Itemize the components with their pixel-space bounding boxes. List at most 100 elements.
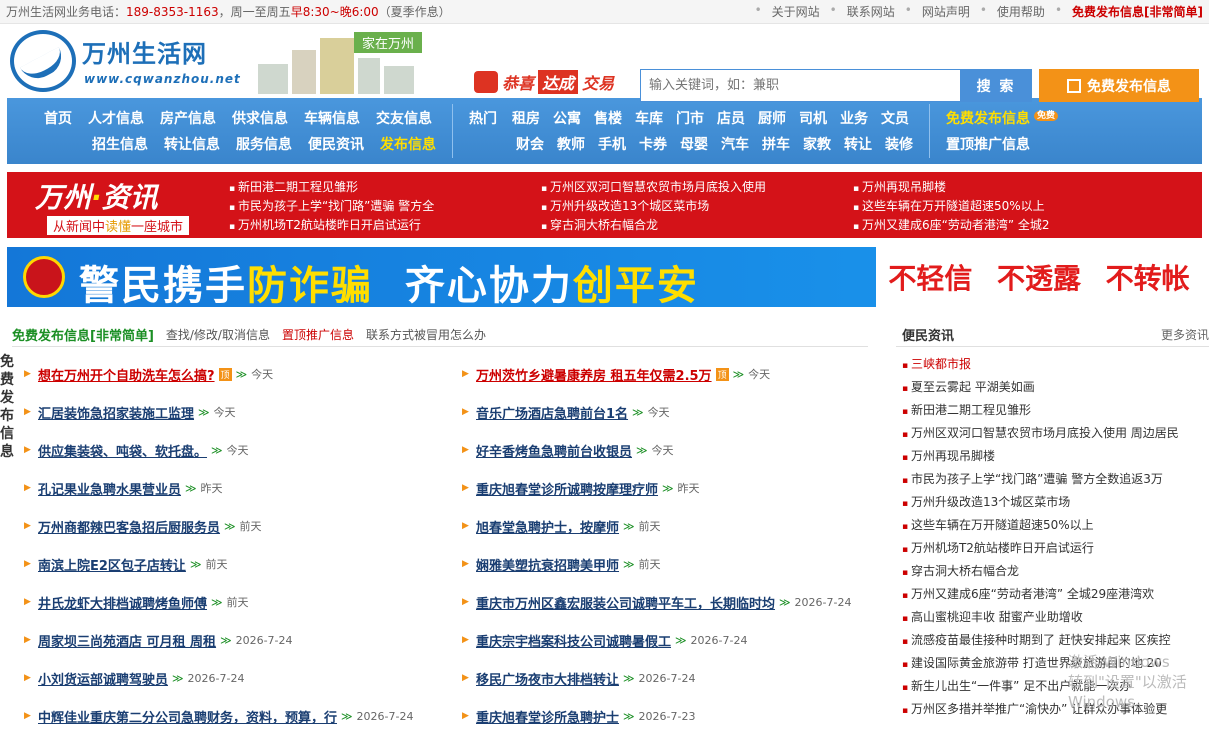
news-link[interactable]: 万州升级改造13个城区菜市场	[541, 197, 853, 213]
list-item[interactable]: ▶ 想在万州开个自助洗车怎么搞? 顶 ≫ 今天	[24, 355, 462, 393]
news-link[interactable]: 万州区双河口智慧农贸市场月底投入使用	[541, 178, 853, 194]
list-item[interactable]: ▶ 万州商都辣巴客急招后厨服务员 ≫ 前天	[24, 507, 462, 545]
news-item[interactable]: 建设国际黄金旅游带 打造世界级旅游目的地 20	[902, 652, 1209, 675]
news-item[interactable]: 万州机场T2航站楼昨日开启试运行	[902, 537, 1209, 560]
item-title[interactable]: 供应集装袋、吨袋、软托盘。	[38, 441, 207, 460]
list-item[interactable]: ▶ 旭春堂急聘护士，按摩师 ≫ 前天	[462, 507, 882, 545]
nav-vehicles[interactable]: 车辆信息	[304, 108, 360, 128]
list-item[interactable]: ▶ 好辛香烤鱼急聘前台收银员 ≫ 今天	[462, 431, 882, 469]
item-title[interactable]: 万州商都辣巴客急招后厨服务员	[38, 517, 220, 536]
item-title[interactable]: 重庆市万州区鑫宏服装公司诚聘平车工，长期临时均	[476, 593, 775, 612]
item-title[interactable]: 万州茨竹乡避暑康养房 租五年仅需2.5万	[476, 365, 712, 384]
news-item[interactable]: 夏至云雾起 平湖美如画	[902, 376, 1209, 399]
news-link[interactable]: 市民为孩子上学“找门路”遭骗 警方全	[229, 197, 541, 213]
hot-link[interactable]: 售楼	[594, 108, 622, 128]
hot-link[interactable]: 家教	[803, 134, 831, 154]
nav-transfer[interactable]: 转让信息	[164, 134, 220, 154]
link-about[interactable]: 关于网站	[772, 3, 820, 20]
list-item[interactable]: ▶ 南滨上院E2区包子店转让 ≫ 前天	[24, 545, 462, 583]
news-item[interactable]: 高山蜜桃迎丰收 甜蜜产业助增收	[902, 606, 1209, 629]
item-title[interactable]: 音乐广场酒店急聘前台1名	[476, 403, 628, 422]
search-input[interactable]	[640, 69, 960, 102]
item-title[interactable]: 井氏龙虾大排档诚聘烤鱼师傅	[38, 593, 207, 612]
news-item[interactable]: 万州升级改造13个城区菜市场	[902, 491, 1209, 514]
hot-link[interactable]: 汽车	[721, 134, 749, 154]
news-item[interactable]: 穿古洞大桥右幅合龙	[902, 560, 1209, 583]
list-item[interactable]: ▶ 重庆旭春堂诊所诚聘按摩理疗师 ≫ 昨天	[462, 469, 882, 507]
item-title[interactable]: 汇居装饰急招家装施工监理	[38, 403, 194, 422]
item-title[interactable]: 重庆旭春堂诊所诚聘按摩理疗师	[476, 479, 658, 498]
news-item[interactable]: 万州再现吊脚楼	[902, 445, 1209, 468]
news-link[interactable]: 万州又建成6座“劳动者港湾” 全城2	[853, 216, 1165, 232]
nav-post[interactable]: 发布信息	[380, 134, 436, 154]
free-post-button[interactable]: 免费发布信息	[1039, 69, 1199, 102]
hot-link[interactable]: 店员	[717, 108, 745, 128]
hot-link[interactable]: 门市	[676, 108, 704, 128]
item-title[interactable]: 旭春堂急聘护士，按摩师	[476, 517, 619, 536]
side-free-post-tab[interactable]: 免费发布信息	[0, 353, 14, 461]
search-button[interactable]: 搜 索	[960, 69, 1032, 102]
list-item[interactable]: ▶ 万州茨竹乡避暑康养房 租五年仅需2.5万顶 ≫ 今天	[462, 355, 882, 393]
hot-link[interactable]: 拼车	[762, 134, 790, 154]
hot-link[interactable]: 转让	[844, 134, 872, 154]
hot-link[interactable]: 装修	[885, 134, 913, 154]
news-link[interactable]: 新田港二期工程见雏形	[229, 178, 541, 194]
item-title[interactable]: 移民广场夜市大排档转让	[476, 669, 619, 688]
item-title[interactable]: 周家坝三尚苑酒店 可月租 周租	[38, 631, 216, 650]
nav-home[interactable]: 首页	[44, 108, 72, 128]
nav-enrollment[interactable]: 招生信息	[92, 134, 148, 154]
item-title[interactable]: 娴雅美塑抗衰招聘美甲师	[476, 555, 619, 574]
news-item[interactable]: 这些车辆在万开隧道超速50%以上	[902, 514, 1209, 537]
item-title[interactable]: 中辉佳业重庆第二分公司急聘财务，资料，预算，行	[38, 707, 337, 726]
nav-top-promo[interactable]: 置顶推广信息	[946, 134, 1030, 154]
item-title[interactable]: 孔记果业急聘水果营业员	[38, 479, 181, 498]
item-title[interactable]: 想在万州开个自助洗车怎么搞?	[38, 365, 215, 384]
item-title[interactable]: 南滨上院E2区包子店转让	[38, 555, 186, 574]
link-statement[interactable]: 网站声明	[922, 3, 970, 20]
list-item[interactable]: ▶ 娴雅美塑抗衰招聘美甲师 ≫ 前天	[462, 545, 882, 583]
list-item[interactable]: ▶ 孔记果业急聘水果营业员 ≫ 昨天	[24, 469, 462, 507]
hot-link[interactable]: 租房	[512, 108, 540, 128]
list-item[interactable]: ▶ 重庆旭春堂诊所急聘护士 ≫ 2026-7-23	[462, 697, 882, 734]
list-item[interactable]: ▶ 井氏龙虾大排档诚聘烤鱼师傅 ≫ 前天	[24, 583, 462, 621]
free-info-title[interactable]: 免费发布信息[非常简单]	[12, 325, 154, 344]
link-help[interactable]: 使用帮助	[997, 3, 1045, 20]
list-item[interactable]: ▶ 周家坝三尚苑酒店 可月租 周租 ≫ 2026-7-24	[24, 621, 462, 659]
item-title[interactable]: 小刘货运部诚聘驾驶员	[38, 669, 168, 688]
news-link[interactable]: 这些车辆在万开隧道超速50%以上	[853, 197, 1165, 213]
list-item[interactable]: ▶ 音乐广场酒店急聘前台1名 ≫ 今天	[462, 393, 882, 431]
nav-housing[interactable]: 房产信息	[160, 108, 216, 128]
news-item[interactable]: 市民为孩子上学“找门路”遭骗 警方全数追返3万	[902, 468, 1209, 491]
news-link[interactable]: 万州机场T2航站楼昨日开启试运行	[229, 216, 541, 232]
more-news-link[interactable]: 更多资讯	[1161, 326, 1209, 343]
list-item[interactable]: ▶ 中辉佳业重庆第二分公司急聘财务，资料，预算，行 ≫ 2026-7-24	[24, 697, 462, 734]
hot-link[interactable]: 业务	[840, 108, 868, 128]
link-manage-info[interactable]: 查找/修改/取消信息	[166, 326, 270, 343]
list-item[interactable]: ▶ 汇居装饰急招家装施工监理 ≫ 今天	[24, 393, 462, 431]
hot-link[interactable]: 财会	[516, 134, 544, 154]
anti-fraud-banner[interactable]: 警民携手防诈骗 齐心协力创平安 不轻信 不透露 不转帐	[7, 247, 1202, 307]
hot-link[interactable]: 教师	[557, 134, 585, 154]
link-impersonation-help[interactable]: 联系方式被冒用怎么办	[366, 326, 486, 343]
list-item[interactable]: ▶ 移民广场夜市大排档转让 ≫ 2026-7-24	[462, 659, 882, 697]
link-free-post[interactable]: 免费发布信息[非常简单]	[1072, 3, 1203, 20]
news-item[interactable]: 三峡都市报	[902, 353, 1209, 376]
news-link[interactable]: 穿古洞大桥右幅合龙	[541, 216, 853, 232]
nav-jobs[interactable]: 人才信息	[88, 108, 144, 128]
item-title[interactable]: 重庆宗宇档案科技公司诚聘暑假工	[476, 631, 671, 650]
list-item[interactable]: ▶ 小刘货运部诚聘驾驶员 ≫ 2026-7-24	[24, 659, 462, 697]
item-title[interactable]: 重庆旭春堂诊所急聘护士	[476, 707, 619, 726]
list-item[interactable]: ▶ 重庆市万州区鑫宏服装公司诚聘平车工，长期临时均 ≫ 2026-7-24	[462, 583, 882, 621]
nav-supply[interactable]: 供求信息	[232, 108, 288, 128]
nav-free-post[interactable]: 免费发布信息 免费	[946, 108, 1059, 128]
item-title[interactable]: 好辛香烤鱼急聘前台收银员	[476, 441, 632, 460]
news-item[interactable]: 万州区双河口智慧农贸市场月底投入使用 周边居民	[902, 422, 1209, 445]
list-item[interactable]: ▶ 供应集装袋、吨袋、软托盘。 ≫ 今天	[24, 431, 462, 469]
news-item[interactable]: 新田港二期工程见雏形	[902, 399, 1209, 422]
hot-link[interactable]: 司机	[799, 108, 827, 128]
hot-link[interactable]: 卡券	[639, 134, 667, 154]
link-top-promo[interactable]: 置顶推广信息	[282, 326, 354, 343]
site-logo[interactable]: 万州生活网 www.cqwanzhou.net	[10, 30, 250, 94]
news-item[interactable]: 新生儿出生“一件事” 足不出户就能一次办	[902, 675, 1209, 698]
nav-news[interactable]: 便民资讯	[308, 134, 364, 154]
